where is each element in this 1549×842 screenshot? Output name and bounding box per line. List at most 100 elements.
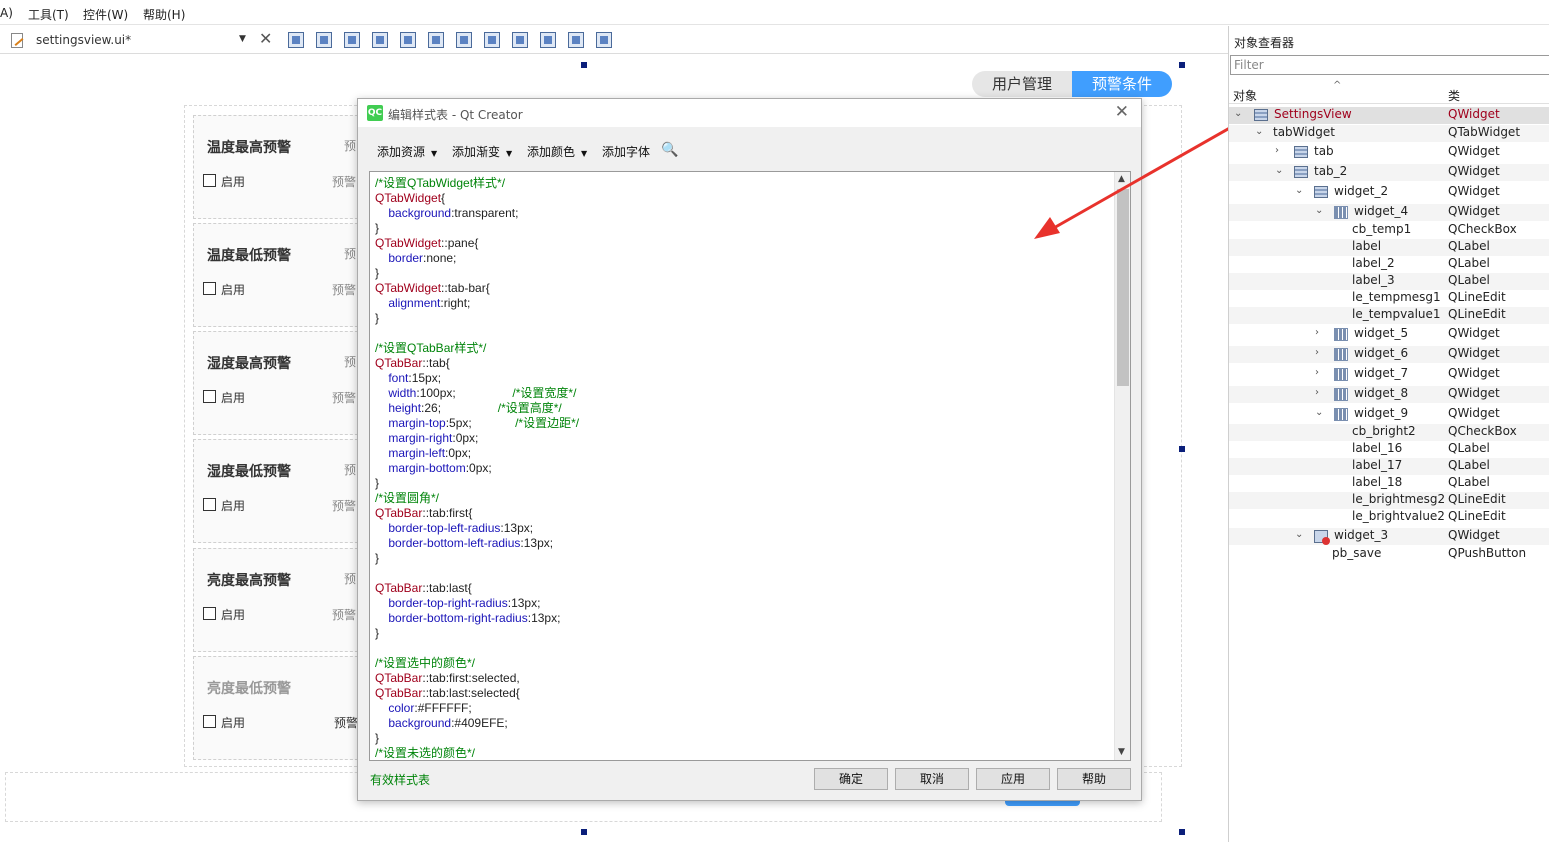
- tree-row[interactable]: ⌄ widget_4 QWidget: [1229, 204, 1549, 221]
- vertical-scrollbar[interactable]: ▲ ▼: [1114, 172, 1130, 760]
- apply-button[interactable]: 应用: [976, 768, 1050, 790]
- selection-handle[interactable]: [581, 62, 587, 68]
- enable-label[interactable]: 启用: [221, 389, 245, 406]
- menu-item-tools[interactable]: 工具(T): [28, 6, 69, 23]
- edit-widgets-icon[interactable]: [288, 32, 304, 48]
- tab-user-management[interactable]: 用户管理: [972, 71, 1072, 97]
- tree-row[interactable]: le_brightvalue2 QLineEdit: [1229, 509, 1549, 526]
- tree-row[interactable]: › widget_5 QWidget: [1229, 326, 1549, 343]
- cancel-button[interactable]: 取消: [895, 768, 969, 790]
- menu-bar: A) 工具(T) 控件(W) 帮助(H): [0, 0, 1549, 25]
- adjust-size-icon[interactable]: [596, 32, 612, 48]
- tree-row[interactable]: label QLabel: [1229, 239, 1549, 256]
- selection-handle[interactable]: [1179, 446, 1185, 452]
- chevron-down-icon[interactable]: ▼: [239, 34, 246, 44]
- tree-row[interactable]: › tab QWidget: [1229, 144, 1549, 161]
- layout-horizontal-icon[interactable]: [400, 32, 416, 48]
- stylesheet-text-editor[interactable]: /*设置QTabWidget样式*/ QTabWidget{ backgroun…: [369, 171, 1131, 761]
- tree-row[interactable]: ⌄ tab_2 QWidget: [1229, 164, 1549, 181]
- selection-handle[interactable]: [1179, 62, 1185, 68]
- add-font-button[interactable]: 添加字体: [602, 143, 650, 160]
- edit-buddies-icon[interactable]: [344, 32, 360, 48]
- tree-row[interactable]: cb_bright2 QCheckBox: [1229, 424, 1549, 441]
- tree-row[interactable]: ⌄ tabWidget QTabWidget: [1229, 125, 1549, 142]
- tree-row[interactable]: › widget_8 QWidget: [1229, 386, 1549, 403]
- alert-group: 亮度最高预警 预 启用 预警: [193, 548, 363, 652]
- enable-label[interactable]: 启用: [221, 606, 245, 623]
- tree-row[interactable]: label_17 QLabel: [1229, 458, 1549, 475]
- layout-form-icon[interactable]: [512, 32, 528, 48]
- tree-row[interactable]: › widget_6 QWidget: [1229, 346, 1549, 363]
- grid-layout-icon: [1334, 328, 1348, 341]
- selection-handle[interactable]: [1179, 829, 1185, 835]
- tree-row[interactable]: le_tempvalue1 QLineEdit: [1229, 307, 1549, 324]
- ok-button[interactable]: 确定: [814, 768, 888, 790]
- layout-grid-icon[interactable]: [540, 32, 556, 48]
- edit-signals-icon[interactable]: [316, 32, 332, 48]
- grid-layout-icon: [1334, 408, 1348, 421]
- column-class[interactable]: 类: [1448, 87, 1460, 104]
- help-button[interactable]: 帮助: [1057, 768, 1131, 790]
- tree-row[interactable]: le_tempmesg1 QLineEdit: [1229, 290, 1549, 307]
- edit-tab-order-icon[interactable]: [372, 32, 388, 48]
- tree-row[interactable]: le_brightmesg2 QLineEdit: [1229, 492, 1549, 509]
- scroll-down-icon[interactable]: ▼: [1118, 747, 1125, 757]
- enable-label[interactable]: 启用: [221, 497, 245, 514]
- add-resource-button[interactable]: 添加资源 ▼: [377, 143, 437, 160]
- enable-checkbox[interactable]: [203, 174, 216, 187]
- column-object[interactable]: 对象: [1233, 87, 1257, 104]
- tree-row[interactable]: ⌄ widget_9 QWidget: [1229, 406, 1549, 423]
- layout-h-splitter-icon[interactable]: [456, 32, 472, 48]
- tree-row[interactable]: cb_temp1 QCheckBox: [1229, 222, 1549, 239]
- widget-icon: [1254, 109, 1268, 121]
- alert-title: 亮度最高预警: [207, 573, 291, 589]
- enable-label[interactable]: 启用: [221, 173, 245, 190]
- menu-item-a[interactable]: A): [0, 6, 13, 20]
- tab-alert-conditions[interactable]: 预警条件: [1072, 71, 1172, 97]
- alert-title: 湿度最低预警: [207, 464, 291, 480]
- close-icon[interactable]: ✕: [259, 29, 272, 48]
- selection-handle[interactable]: [581, 829, 587, 835]
- break-layout-icon[interactable]: [568, 32, 584, 48]
- widget-icon: [1314, 186, 1328, 198]
- sort-indicator-icon: ^: [1333, 80, 1342, 91]
- alert-group: 湿度最低预警 预 启用 预警: [193, 439, 363, 543]
- enable-label[interactable]: 启用: [221, 714, 245, 731]
- enable-checkbox[interactable]: [203, 498, 216, 511]
- annotation-arrow: [1034, 119, 1243, 239]
- open-file-name[interactable]: settingsview.ui*: [36, 33, 131, 47]
- tree-row[interactable]: ⌄ widget_3 QWidget: [1229, 528, 1549, 545]
- layout-v-splitter-icon[interactable]: [484, 32, 500, 48]
- enable-checkbox[interactable]: [203, 282, 216, 295]
- widget-icon: [1294, 166, 1308, 178]
- alert-title: 亮度最低预警: [207, 681, 291, 697]
- menu-item-widgets[interactable]: 控件(W): [83, 6, 128, 23]
- filter-input[interactable]: Filter: [1230, 55, 1549, 75]
- magnifier-icon[interactable]: 🔍: [661, 142, 678, 158]
- alert-group: 温度最低预警 预 启用 预警: [193, 223, 363, 327]
- tree-row[interactable]: label_2 QLabel: [1229, 256, 1549, 273]
- add-color-button[interactable]: 添加颜色 ▼: [527, 143, 587, 160]
- tree-row[interactable]: ⌄ SettingsView QWidget: [1229, 107, 1549, 124]
- enable-label[interactable]: 启用: [221, 281, 245, 298]
- tree-row[interactable]: pb_save QPushButton: [1229, 546, 1549, 563]
- alert-group: 温度最高预警 预 启用 预警: [193, 115, 363, 219]
- chevron-down-icon: ▼: [431, 149, 438, 158]
- tree-row[interactable]: label_16 QLabel: [1229, 441, 1549, 458]
- enable-checkbox[interactable]: [203, 607, 216, 620]
- tree-row[interactable]: label_3 QLabel: [1229, 273, 1549, 290]
- tree-row[interactable]: › widget_7 QWidget: [1229, 366, 1549, 383]
- dialog-title: 编辑样式表 - Qt Creator: [388, 108, 523, 122]
- menu-item-help[interactable]: 帮助(H): [143, 6, 185, 23]
- layout-vertical-icon[interactable]: [428, 32, 444, 48]
- widget-icon: [1294, 146, 1308, 158]
- tree-row[interactable]: label_18 QLabel: [1229, 475, 1549, 492]
- stylesheet-code[interactable]: /*设置QTabWidget样式*/ QTabWidget{ backgroun…: [375, 176, 579, 760]
- broken-layout-widget-icon: [1314, 530, 1330, 545]
- qt-creator-logo-icon: QC: [367, 105, 383, 121]
- tree-row[interactable]: ⌄ widget_2 QWidget: [1229, 184, 1549, 201]
- enable-checkbox[interactable]: [203, 390, 216, 403]
- designer-toolbar: settingsview.ui* ▼ ✕: [0, 26, 1228, 54]
- enable-checkbox[interactable]: [203, 715, 216, 728]
- add-gradient-button[interactable]: 添加渐变 ▼: [452, 143, 512, 160]
